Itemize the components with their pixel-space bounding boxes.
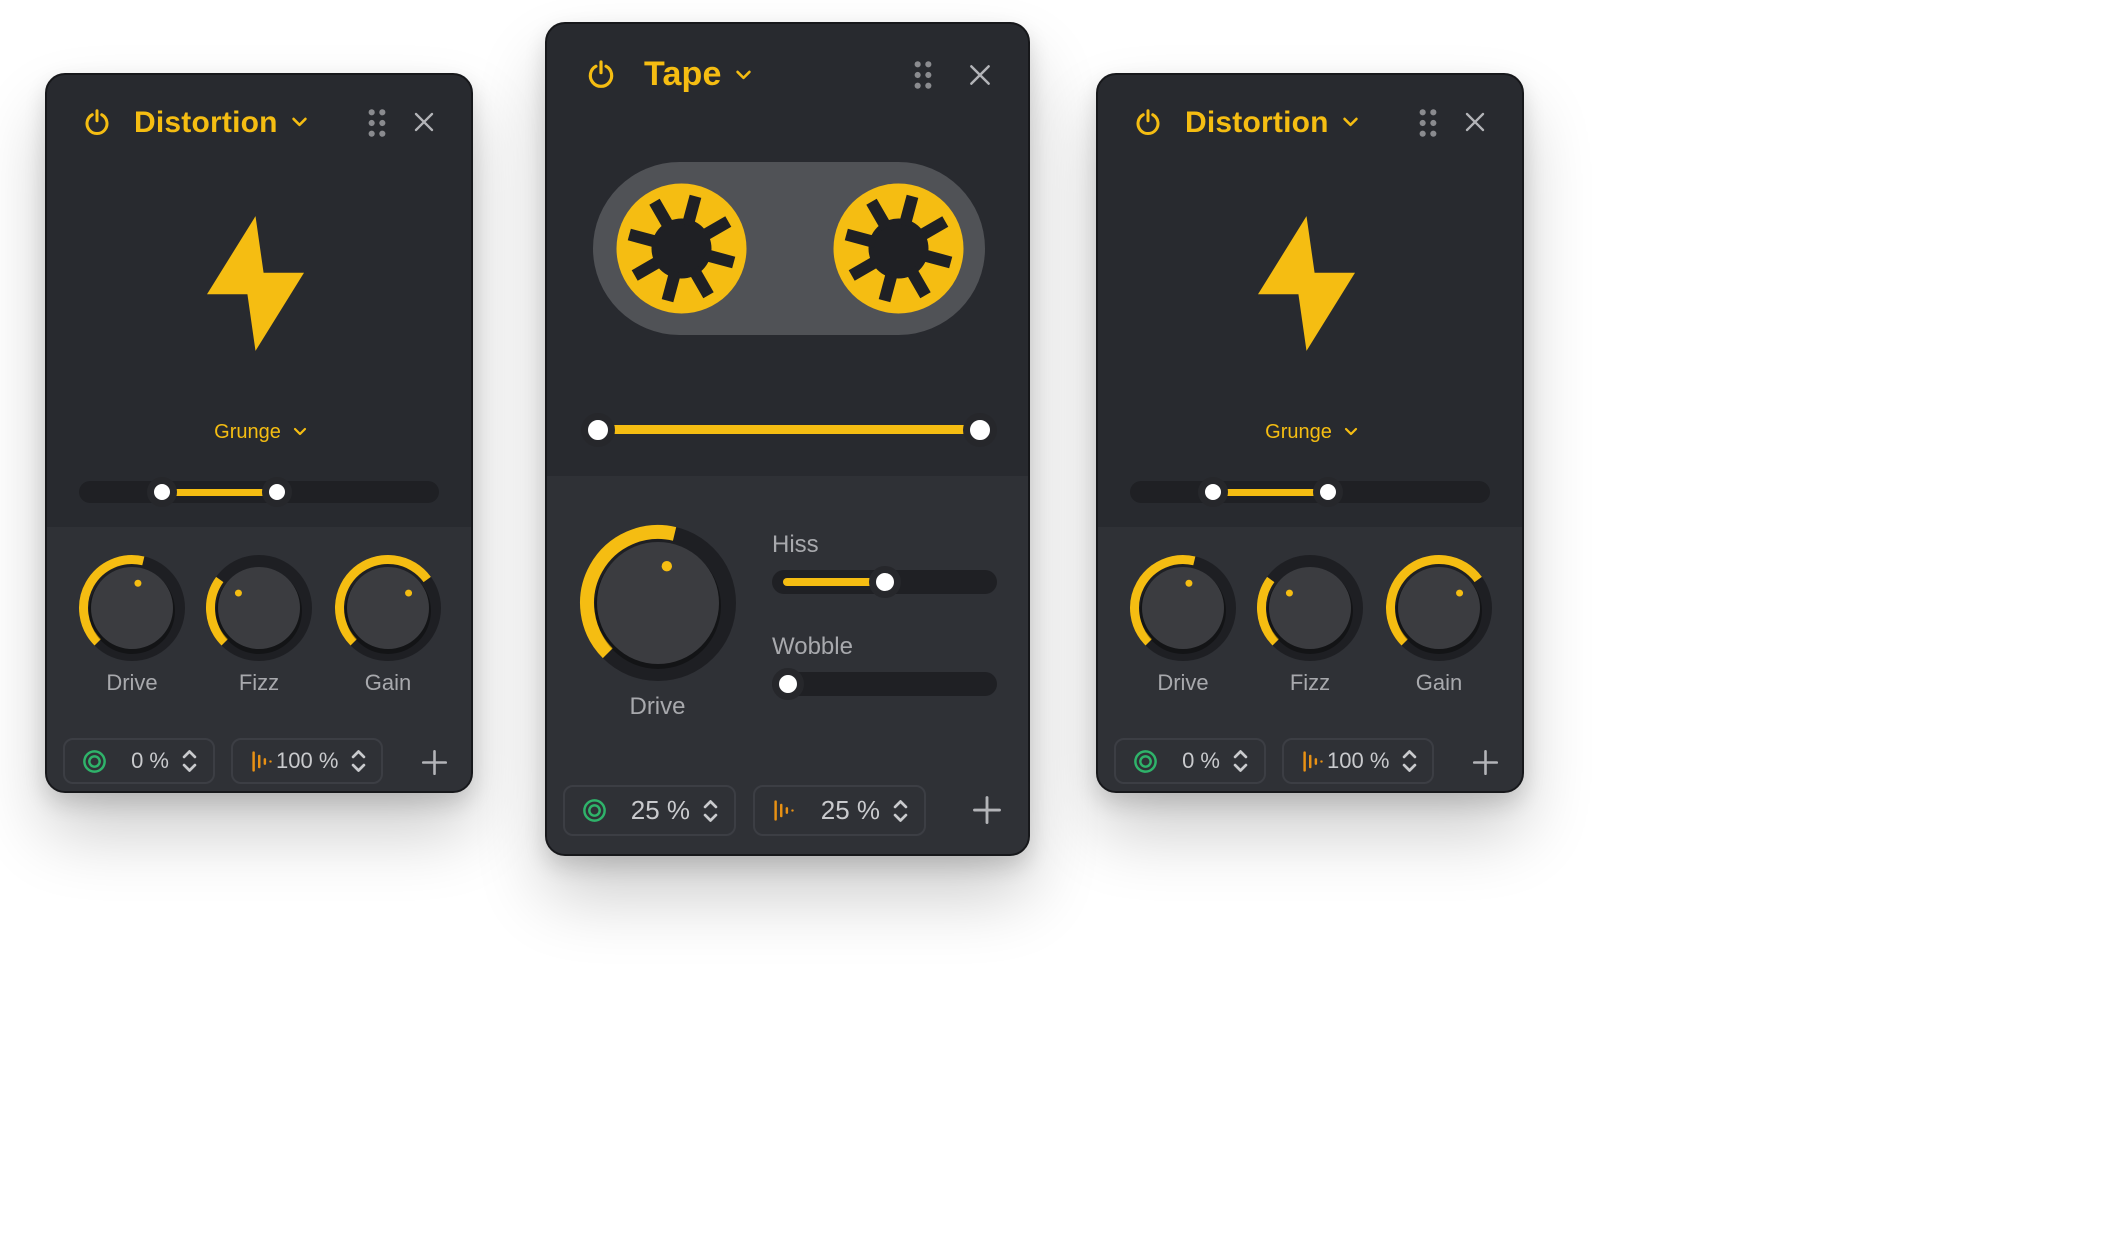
knob-label-drive: Drive (1157, 670, 1209, 695)
knob-drive[interactable] (578, 523, 738, 683)
stepper-icon[interactable] (1231, 746, 1250, 776)
center-panel: Tape Drive Hiss Wobble 25 % 25 % (545, 22, 1030, 856)
knob-label-gain: Gain (364, 670, 412, 695)
mix-ring-icon (581, 797, 608, 824)
knob-fizz[interactable] (1255, 553, 1365, 663)
chevron-down-icon (1341, 106, 1360, 140)
lightning-bolt-icon (1258, 216, 1355, 351)
stepper-icon[interactable] (1400, 746, 1419, 776)
output-control[interactable]: 100 % (231, 738, 383, 784)
mix-control[interactable]: 0 % (1114, 738, 1266, 784)
mix-control-value: 25 % (630, 795, 690, 825)
lightning-bolt-icon (207, 216, 304, 351)
range-slider-start-thumb[interactable] (581, 412, 615, 447)
range-slider-end-thumb[interactable] (1313, 477, 1343, 507)
mix-ring-icon (81, 748, 108, 775)
effect-title[interactable]: Distortion (1185, 102, 1360, 143)
effect-title-label: Distortion (134, 105, 278, 139)
close-icon[interactable] (1463, 110, 1487, 134)
knob-label-drive: Drive (106, 670, 158, 695)
mix-control-value: 0 % (1182, 748, 1220, 773)
slider-hiss-thumb[interactable] (868, 566, 901, 598)
knob-label-gain: Gain (1415, 670, 1463, 695)
output-bars-icon (1300, 748, 1327, 775)
preset-label: Grunge (214, 420, 281, 443)
stepper-icon[interactable] (349, 746, 368, 776)
knob-label-fizz: Fizz (1289, 670, 1331, 695)
slider-wobble-track (772, 672, 997, 696)
chevron-down-icon (734, 55, 753, 94)
reel-right-icon (831, 181, 966, 316)
chevron-down-icon (290, 106, 309, 140)
preset-dropdown[interactable]: Grunge (47, 416, 471, 448)
drag-handle-icon[interactable] (366, 107, 388, 139)
mix-control[interactable]: 0 % (63, 738, 215, 784)
add-icon[interactable] (421, 749, 448, 776)
add-icon[interactable] (972, 795, 1002, 825)
preset-label: Grunge (1265, 420, 1332, 443)
slider-label-hiss: Hiss (772, 531, 819, 558)
left-panel: Distortion Grunge Drive Fizz Gain 0 % 100 % (45, 73, 473, 793)
reel-left-icon (614, 181, 749, 316)
power-icon[interactable] (1133, 107, 1163, 137)
add-icon[interactable] (1472, 749, 1499, 776)
knob-label-fizz: Fizz (238, 670, 280, 695)
power-icon[interactable] (585, 58, 617, 90)
knob-drive[interactable] (1128, 553, 1238, 663)
range-slider-start-thumb[interactable] (146, 477, 177, 507)
close-icon[interactable] (967, 62, 993, 88)
range-slider-fill (598, 425, 980, 434)
effect-title-label: Tape (644, 54, 722, 93)
stepper-icon[interactable] (180, 746, 199, 776)
slider-wobble-thumb[interactable] (772, 668, 804, 700)
knob-gain[interactable] (1384, 553, 1494, 663)
effect-title[interactable]: Distortion (134, 102, 309, 143)
knob-label-drive: Drive (629, 693, 686, 720)
close-icon[interactable] (412, 110, 436, 134)
knob-drive[interactable] (77, 553, 187, 663)
mix-control[interactable]: 25 % (563, 785, 736, 836)
effect-title[interactable]: Tape (644, 51, 753, 97)
output-bars-icon (771, 797, 798, 824)
chevron-down-icon (1343, 424, 1359, 440)
range-slider-start-thumb[interactable] (1197, 477, 1228, 507)
power-icon[interactable] (82, 107, 112, 137)
knob-fizz[interactable] (204, 553, 314, 663)
output-control[interactable]: 25 % (753, 785, 926, 836)
output-control[interactable]: 100 % (1282, 738, 1434, 784)
stepper-icon[interactable] (701, 796, 720, 826)
mix-control-value: 0 % (131, 748, 169, 773)
drag-handle-icon[interactable] (1417, 107, 1439, 139)
mix-ring-icon (1132, 748, 1159, 775)
right-panel: Distortion Grunge Drive Fizz Gain 0 % 100 % (1096, 73, 1524, 793)
effect-title-label: Distortion (1185, 105, 1329, 139)
drag-handle-icon[interactable] (912, 59, 934, 91)
knob-gain[interactable] (333, 553, 443, 663)
output-control-value: 25 % (820, 795, 880, 825)
chevron-down-icon (292, 424, 308, 440)
range-slider-fill (1212, 488, 1328, 496)
range-slider-end-thumb[interactable] (262, 477, 292, 507)
output-bars-icon (249, 748, 276, 775)
slider-label-wobble: Wobble (772, 633, 853, 660)
output-control-value: 100 % (1327, 748, 1390, 773)
range-slider-end-thumb[interactable] (963, 412, 997, 447)
range-slider-fill (161, 488, 277, 496)
output-control-value: 100 % (276, 748, 339, 773)
preset-dropdown[interactable]: Grunge (1098, 416, 1522, 448)
stepper-icon[interactable] (891, 796, 910, 826)
